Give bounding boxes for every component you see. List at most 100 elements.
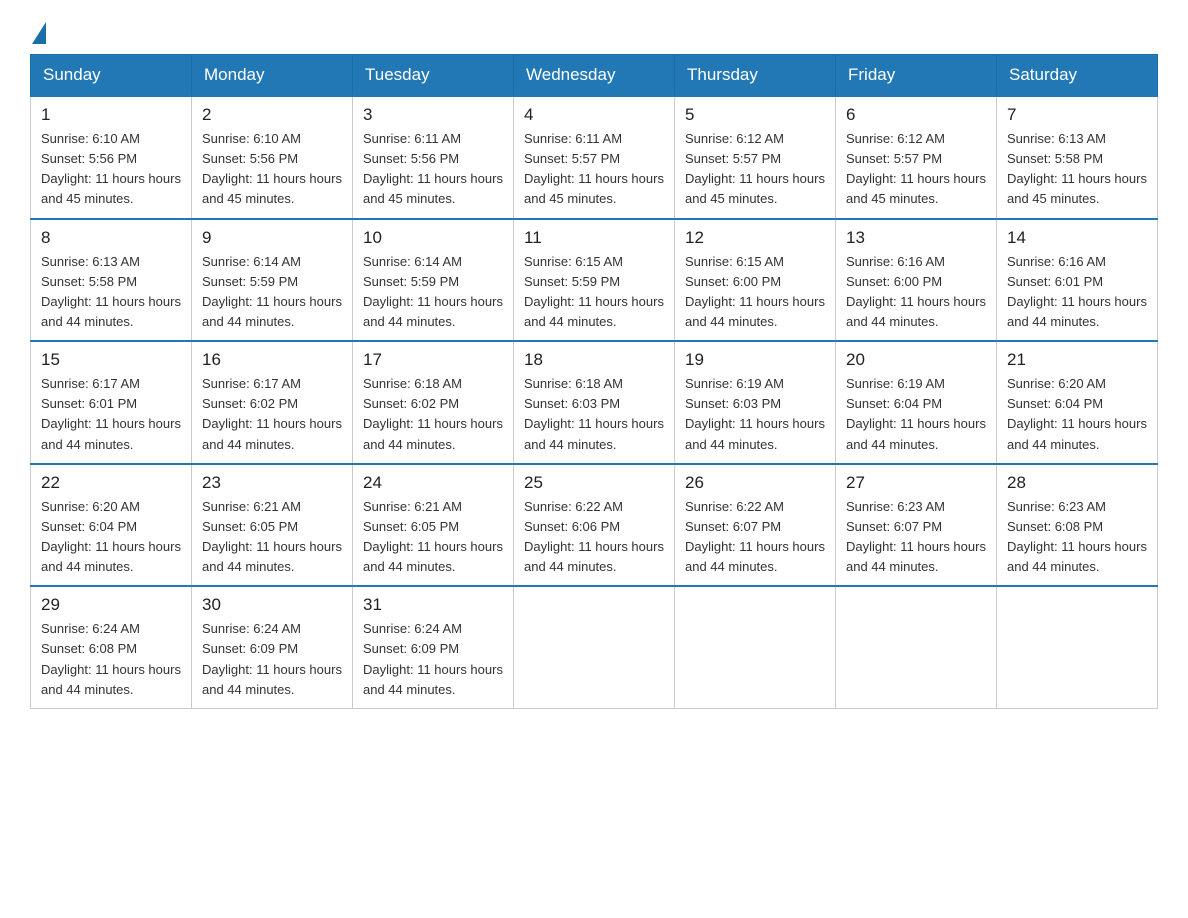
- day-number: 10: [363, 228, 503, 248]
- day-info: Sunrise: 6:12 AMSunset: 5:57 PMDaylight:…: [846, 131, 986, 206]
- day-info: Sunrise: 6:20 AMSunset: 6:04 PMDaylight:…: [41, 499, 181, 574]
- day-info: Sunrise: 6:17 AMSunset: 6:02 PMDaylight:…: [202, 376, 342, 451]
- weekday-header-wednesday: Wednesday: [514, 55, 675, 97]
- calendar-cell: [836, 586, 997, 708]
- day-info: Sunrise: 6:16 AMSunset: 6:00 PMDaylight:…: [846, 254, 986, 329]
- day-info: Sunrise: 6:15 AMSunset: 6:00 PMDaylight:…: [685, 254, 825, 329]
- calendar-cell: 31 Sunrise: 6:24 AMSunset: 6:09 PMDaylig…: [353, 586, 514, 708]
- day-number: 23: [202, 473, 342, 493]
- day-number: 30: [202, 595, 342, 615]
- calendar-cell: 27 Sunrise: 6:23 AMSunset: 6:07 PMDaylig…: [836, 464, 997, 587]
- day-number: 18: [524, 350, 664, 370]
- logo-triangle-icon: [32, 22, 46, 44]
- calendar-cell: 2 Sunrise: 6:10 AMSunset: 5:56 PMDayligh…: [192, 96, 353, 219]
- day-number: 26: [685, 473, 825, 493]
- day-number: 15: [41, 350, 181, 370]
- calendar-cell: 6 Sunrise: 6:12 AMSunset: 5:57 PMDayligh…: [836, 96, 997, 219]
- day-number: 12: [685, 228, 825, 248]
- day-number: 7: [1007, 105, 1147, 125]
- logo: [30, 20, 46, 44]
- day-info: Sunrise: 6:13 AMSunset: 5:58 PMDaylight:…: [41, 254, 181, 329]
- calendar-cell: 7 Sunrise: 6:13 AMSunset: 5:58 PMDayligh…: [997, 96, 1158, 219]
- calendar-cell: 28 Sunrise: 6:23 AMSunset: 6:08 PMDaylig…: [997, 464, 1158, 587]
- weekday-header-sunday: Sunday: [31, 55, 192, 97]
- day-number: 3: [363, 105, 503, 125]
- calendar-cell: 17 Sunrise: 6:18 AMSunset: 6:02 PMDaylig…: [353, 341, 514, 464]
- calendar-table: SundayMondayTuesdayWednesdayThursdayFrid…: [30, 54, 1158, 709]
- calendar-cell: 18 Sunrise: 6:18 AMSunset: 6:03 PMDaylig…: [514, 341, 675, 464]
- day-number: 20: [846, 350, 986, 370]
- day-number: 17: [363, 350, 503, 370]
- calendar-week-row: 22 Sunrise: 6:20 AMSunset: 6:04 PMDaylig…: [31, 464, 1158, 587]
- calendar-cell: 1 Sunrise: 6:10 AMSunset: 5:56 PMDayligh…: [31, 96, 192, 219]
- day-number: 25: [524, 473, 664, 493]
- day-info: Sunrise: 6:10 AMSunset: 5:56 PMDaylight:…: [202, 131, 342, 206]
- day-info: Sunrise: 6:24 AMSunset: 6:08 PMDaylight:…: [41, 621, 181, 696]
- day-number: 29: [41, 595, 181, 615]
- day-number: 28: [1007, 473, 1147, 493]
- calendar-cell: [675, 586, 836, 708]
- calendar-cell: 30 Sunrise: 6:24 AMSunset: 6:09 PMDaylig…: [192, 586, 353, 708]
- page-header: [30, 20, 1158, 44]
- day-number: 31: [363, 595, 503, 615]
- weekday-header-thursday: Thursday: [675, 55, 836, 97]
- calendar-cell: 13 Sunrise: 6:16 AMSunset: 6:00 PMDaylig…: [836, 219, 997, 342]
- day-info: Sunrise: 6:21 AMSunset: 6:05 PMDaylight:…: [202, 499, 342, 574]
- day-number: 19: [685, 350, 825, 370]
- day-info: Sunrise: 6:10 AMSunset: 5:56 PMDaylight:…: [41, 131, 181, 206]
- calendar-week-row: 15 Sunrise: 6:17 AMSunset: 6:01 PMDaylig…: [31, 341, 1158, 464]
- calendar-cell: 5 Sunrise: 6:12 AMSunset: 5:57 PMDayligh…: [675, 96, 836, 219]
- calendar-cell: 24 Sunrise: 6:21 AMSunset: 6:05 PMDaylig…: [353, 464, 514, 587]
- day-number: 1: [41, 105, 181, 125]
- calendar-cell: 20 Sunrise: 6:19 AMSunset: 6:04 PMDaylig…: [836, 341, 997, 464]
- calendar-cell: 10 Sunrise: 6:14 AMSunset: 5:59 PMDaylig…: [353, 219, 514, 342]
- day-number: 22: [41, 473, 181, 493]
- day-number: 21: [1007, 350, 1147, 370]
- day-number: 11: [524, 228, 664, 248]
- day-number: 8: [41, 228, 181, 248]
- calendar-cell: 8 Sunrise: 6:13 AMSunset: 5:58 PMDayligh…: [31, 219, 192, 342]
- calendar-cell: 11 Sunrise: 6:15 AMSunset: 5:59 PMDaylig…: [514, 219, 675, 342]
- day-number: 16: [202, 350, 342, 370]
- calendar-week-row: 8 Sunrise: 6:13 AMSunset: 5:58 PMDayligh…: [31, 219, 1158, 342]
- calendar-cell: 16 Sunrise: 6:17 AMSunset: 6:02 PMDaylig…: [192, 341, 353, 464]
- calendar-cell: 25 Sunrise: 6:22 AMSunset: 6:06 PMDaylig…: [514, 464, 675, 587]
- day-info: Sunrise: 6:17 AMSunset: 6:01 PMDaylight:…: [41, 376, 181, 451]
- calendar-cell: 3 Sunrise: 6:11 AMSunset: 5:56 PMDayligh…: [353, 96, 514, 219]
- day-info: Sunrise: 6:20 AMSunset: 6:04 PMDaylight:…: [1007, 376, 1147, 451]
- day-info: Sunrise: 6:24 AMSunset: 6:09 PMDaylight:…: [363, 621, 503, 696]
- logo-top: [30, 20, 46, 44]
- calendar-cell: 22 Sunrise: 6:20 AMSunset: 6:04 PMDaylig…: [31, 464, 192, 587]
- day-number: 14: [1007, 228, 1147, 248]
- calendar-cell: 15 Sunrise: 6:17 AMSunset: 6:01 PMDaylig…: [31, 341, 192, 464]
- calendar-cell: 21 Sunrise: 6:20 AMSunset: 6:04 PMDaylig…: [997, 341, 1158, 464]
- day-info: Sunrise: 6:11 AMSunset: 5:57 PMDaylight:…: [524, 131, 664, 206]
- day-number: 9: [202, 228, 342, 248]
- day-number: 4: [524, 105, 664, 125]
- day-info: Sunrise: 6:18 AMSunset: 6:02 PMDaylight:…: [363, 376, 503, 451]
- calendar-cell: 9 Sunrise: 6:14 AMSunset: 5:59 PMDayligh…: [192, 219, 353, 342]
- day-info: Sunrise: 6:11 AMSunset: 5:56 PMDaylight:…: [363, 131, 503, 206]
- calendar-cell: 12 Sunrise: 6:15 AMSunset: 6:00 PMDaylig…: [675, 219, 836, 342]
- weekday-header-saturday: Saturday: [997, 55, 1158, 97]
- day-info: Sunrise: 6:18 AMSunset: 6:03 PMDaylight:…: [524, 376, 664, 451]
- day-info: Sunrise: 6:23 AMSunset: 6:08 PMDaylight:…: [1007, 499, 1147, 574]
- calendar-cell: 14 Sunrise: 6:16 AMSunset: 6:01 PMDaylig…: [997, 219, 1158, 342]
- day-number: 27: [846, 473, 986, 493]
- day-number: 24: [363, 473, 503, 493]
- calendar-cell: [997, 586, 1158, 708]
- day-info: Sunrise: 6:19 AMSunset: 6:04 PMDaylight:…: [846, 376, 986, 451]
- calendar-cell: [514, 586, 675, 708]
- day-info: Sunrise: 6:15 AMSunset: 5:59 PMDaylight:…: [524, 254, 664, 329]
- weekday-header-tuesday: Tuesday: [353, 55, 514, 97]
- calendar-cell: 29 Sunrise: 6:24 AMSunset: 6:08 PMDaylig…: [31, 586, 192, 708]
- day-info: Sunrise: 6:22 AMSunset: 6:06 PMDaylight:…: [524, 499, 664, 574]
- calendar-cell: 23 Sunrise: 6:21 AMSunset: 6:05 PMDaylig…: [192, 464, 353, 587]
- day-info: Sunrise: 6:23 AMSunset: 6:07 PMDaylight:…: [846, 499, 986, 574]
- calendar-header-row: SundayMondayTuesdayWednesdayThursdayFrid…: [31, 55, 1158, 97]
- day-info: Sunrise: 6:21 AMSunset: 6:05 PMDaylight:…: [363, 499, 503, 574]
- day-info: Sunrise: 6:14 AMSunset: 5:59 PMDaylight:…: [363, 254, 503, 329]
- day-info: Sunrise: 6:13 AMSunset: 5:58 PMDaylight:…: [1007, 131, 1147, 206]
- day-number: 13: [846, 228, 986, 248]
- weekday-header-monday: Monday: [192, 55, 353, 97]
